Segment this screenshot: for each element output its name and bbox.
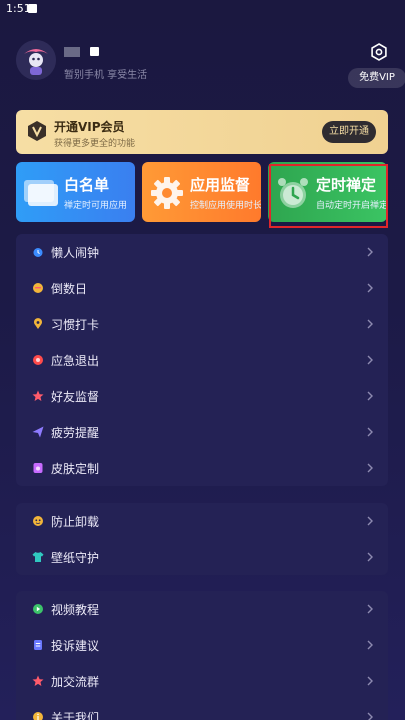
- menu-card-support: 视频教程 投诉建议 加交流群 关于我们: [16, 591, 388, 720]
- menu-item-label: 防止卸载: [51, 515, 100, 529]
- menu-item-feedback[interactable]: 投诉建议: [16, 627, 388, 663]
- chevron-right-icon: [367, 283, 373, 293]
- menu-item-lazy-alarm[interactable]: 懒人闹钟: [16, 234, 388, 270]
- settings-icon[interactable]: [370, 43, 388, 61]
- user-subtitle: 暂别手机 享受生活: [64, 70, 148, 81]
- menu-item-label: 皮肤定制: [51, 462, 100, 476]
- vip-subtitle: 获得更多更全的功能: [54, 139, 136, 149]
- chevron-right-icon: [367, 676, 373, 686]
- free-vip-button[interactable]: 免费VIP: [348, 68, 405, 88]
- whitelist-subtitle: 禅定时可用应用: [64, 201, 128, 211]
- status-bar: 1:51: [0, 0, 405, 18]
- app-monitor-card[interactable]: 应用监督 控制应用使用时长: [142, 162, 261, 222]
- shield-face-icon: [33, 516, 43, 526]
- alarm-icon: [33, 248, 43, 257]
- gear-icon: [148, 174, 186, 212]
- user-name: [64, 44, 99, 58]
- menu-item-label: 倒数日: [51, 282, 88, 296]
- vip-title: 开通VIP会员: [54, 120, 125, 134]
- chevron-right-icon: [367, 516, 373, 526]
- location-pin-icon: [34, 318, 42, 329]
- menu-card-tools: 懒人闹钟 倒数日 习惯打卡 应急退出 好友监督 疲劳提醒 皮肤定制: [16, 234, 388, 486]
- menu-item-prevent-uninstall[interactable]: 防止卸载: [16, 503, 388, 539]
- menu-item-fatigue-reminder[interactable]: 疲劳提醒: [16, 414, 388, 450]
- whitelist-title: 白名单: [64, 176, 110, 194]
- menu-item-label: 加交流群: [51, 675, 100, 689]
- menu-item-about-us[interactable]: 关于我们: [16, 699, 388, 720]
- menu-item-label: 投诉建议: [51, 639, 100, 653]
- menu-item-label: 习惯打卡: [51, 318, 100, 332]
- menu-item-label: 懒人闹钟: [51, 246, 100, 260]
- skin-icon: [33, 463, 43, 473]
- menu-item-label: 好友监督: [51, 390, 100, 404]
- play-icon: [33, 604, 43, 614]
- chevron-right-icon: [367, 247, 373, 257]
- window-icon: [22, 174, 60, 212]
- tshirt-icon: [32, 552, 44, 562]
- status-time: 1:51: [6, 2, 31, 15]
- star-icon: [32, 390, 44, 401]
- menu-item-label: 应急退出: [51, 354, 100, 368]
- app-monitor-subtitle: 控制应用使用时长: [190, 201, 261, 211]
- chevron-right-icon: [367, 463, 373, 473]
- chevron-right-icon: [367, 604, 373, 614]
- document-icon: [34, 640, 42, 650]
- chevron-right-icon: [367, 552, 373, 562]
- menu-item-label: 壁纸守护: [51, 551, 100, 565]
- menu-item-join-group[interactable]: 加交流群: [16, 663, 388, 699]
- highlight-box: [269, 164, 388, 228]
- emergency-icon: [33, 355, 43, 365]
- chevron-right-icon: [367, 427, 373, 437]
- menu-item-friend-supervise[interactable]: 好友监督: [16, 378, 388, 414]
- menu-item-label: 视频教程: [51, 603, 100, 617]
- menu-card-protection: 防止卸载 壁纸守护: [16, 503, 388, 575]
- star-icon: [32, 675, 44, 686]
- menu-item-wallpaper-guard[interactable]: 壁纸守护: [16, 539, 388, 575]
- whitelist-card[interactable]: 白名单 禅定时可用应用: [16, 162, 135, 222]
- vip-banner[interactable]: 开通VIP会员 获得更多更全的功能 立即开通: [16, 110, 388, 154]
- profile-header: 暂别手机 享受生活 免费VIP: [16, 40, 405, 90]
- chevron-right-icon: [367, 391, 373, 401]
- app-monitor-title: 应用监督: [190, 176, 251, 194]
- chevron-right-icon: [367, 640, 373, 650]
- calendar-icon: [33, 283, 43, 293]
- badge-icon: [90, 47, 99, 56]
- vip-logo-icon: [26, 120, 48, 142]
- chevron-right-icon: [367, 319, 373, 329]
- menu-item-label: 关于我们: [51, 711, 100, 720]
- menu-item-video-tutorial[interactable]: 视频教程: [16, 591, 388, 627]
- paper-plane-icon: [32, 426, 44, 438]
- username-blurred: [64, 46, 80, 57]
- menu-item-skin-custom[interactable]: 皮肤定制: [16, 450, 388, 486]
- menu-item-countdown[interactable]: 倒数日: [16, 270, 388, 306]
- menu-item-emergency-exit[interactable]: 应急退出: [16, 342, 388, 378]
- notification-icon: [28, 4, 37, 13]
- info-icon: [33, 712, 43, 720]
- open-vip-button[interactable]: 立即开通: [322, 121, 376, 143]
- chevron-right-icon: [367, 355, 373, 365]
- avatar[interactable]: [16, 40, 56, 80]
- chevron-right-icon: [367, 712, 373, 720]
- menu-item-habit-checkin[interactable]: 习惯打卡: [16, 306, 388, 342]
- menu-item-label: 疲劳提醒: [51, 426, 100, 440]
